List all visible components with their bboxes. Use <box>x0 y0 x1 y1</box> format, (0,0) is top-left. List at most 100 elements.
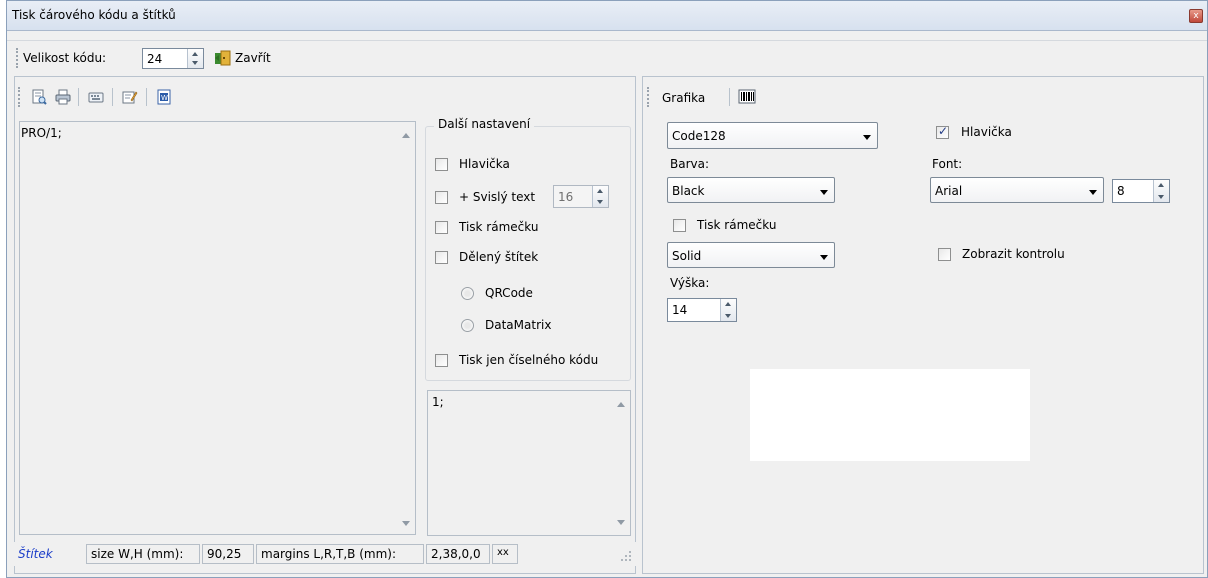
edit-button[interactable] <box>122 89 138 105</box>
line-style-combo[interactable]: Solid <box>667 242 835 268</box>
spin-down-icon[interactable] <box>597 200 603 204</box>
show-check-checkbox[interactable] <box>938 248 951 261</box>
left-toolbar-grip[interactable] <box>18 87 20 107</box>
scroll-down-arrow-icon[interactable] <box>402 521 410 526</box>
margins-label: margins L,R,T,B (mm): <box>261 547 397 561</box>
margins-label-cell: margins L,R,T,B (mm): <box>256 544 424 564</box>
word-document-icon: W <box>157 89 171 105</box>
scroll-up-arrow-icon[interactable] <box>617 402 625 407</box>
qrcode-radio[interactable] <box>461 287 474 300</box>
code-type-value[interactable]: Code128 <box>672 129 726 143</box>
spin-up-icon[interactable] <box>597 189 603 193</box>
svg-text:W: W <box>161 94 168 102</box>
spin-up-icon[interactable] <box>192 52 198 56</box>
height-spin-buttons[interactable] <box>720 299 736 321</box>
toolbar-separator <box>112 88 113 106</box>
extra-cell[interactable]: xx <box>492 544 518 564</box>
code-size-value[interactable]: 24 <box>147 52 162 66</box>
font-value[interactable]: Arial <box>935 184 962 198</box>
vertical-text-spin-buttons[interactable] <box>592 186 608 207</box>
font-size-spin-buttons[interactable] <box>1153 180 1169 202</box>
printer-icon <box>55 89 71 105</box>
barcode-button[interactable] <box>738 88 756 104</box>
right-header-label[interactable]: Hlavička <box>961 125 1012 139</box>
code-size-spin-buttons[interactable] <box>187 49 203 68</box>
toolbar-grip[interactable] <box>16 48 18 68</box>
vertical-text-value[interactable]: 16 <box>558 190 573 204</box>
vertical-text-label[interactable]: + Svislý text <box>459 190 535 204</box>
edit-pencil-icon <box>122 91 138 104</box>
close-label[interactable]: Zavřít <box>235 51 271 65</box>
close-icon: x <box>1193 11 1199 21</box>
preview-button[interactable] <box>31 89 47 105</box>
dropdown-arrow-icon[interactable] <box>1089 190 1097 195</box>
dropdown-arrow-icon[interactable] <box>863 135 871 140</box>
main-text-content[interactable]: PRO/1; <box>21 126 62 140</box>
color-combo[interactable]: Black <box>667 177 835 203</box>
vertical-text-spinner[interactable]: 16 <box>553 185 609 208</box>
keyboard-button[interactable] <box>88 89 104 105</box>
title-bar: Tisk čárového kódu a štítků x <box>7 1 1207 31</box>
resize-grip-icon <box>621 551 631 561</box>
right-frame-checkbox[interactable] <box>673 219 686 232</box>
scroll-down-arrow-icon[interactable] <box>617 520 625 525</box>
right-header-checkbox[interactable] <box>936 124 949 139</box>
barcode-icon <box>738 89 756 104</box>
header-checkbox-label[interactable]: Hlavička <box>459 157 510 171</box>
exit-door-icon <box>215 50 231 66</box>
line-style-value[interactable]: Solid <box>672 249 701 263</box>
color-value[interactable]: Black <box>672 184 704 198</box>
spin-up-icon[interactable] <box>1158 183 1164 187</box>
color-label: Barva: <box>670 157 710 171</box>
frame-print-label[interactable]: Tisk rámečku <box>459 220 538 234</box>
print-button[interactable] <box>55 89 71 105</box>
main-text-area[interactable]: PRO/1; <box>19 121 416 535</box>
secondary-text-area[interactable]: 1; <box>427 390 631 536</box>
datamatrix-radio-label[interactable]: DataMatrix <box>485 318 551 332</box>
close-form-button[interactable] <box>214 49 232 67</box>
spin-down-icon[interactable] <box>192 61 198 65</box>
font-combo[interactable]: Arial <box>930 177 1104 203</box>
extra-value[interactable]: xx <box>497 547 509 558</box>
split-grid-label[interactable]: Dělený štítek <box>459 250 538 264</box>
vertical-text-checkbox[interactable] <box>435 191 448 204</box>
size-value: 90,25 <box>207 547 242 561</box>
main-text-scrollbar[interactable] <box>398 122 415 534</box>
height-spinner[interactable]: 14 <box>667 298 737 322</box>
tab-graphics[interactable]: Grafika <box>662 91 705 105</box>
show-check-label[interactable]: Zobrazit kontrolu <box>962 247 1065 261</box>
right-toolbar: Grafika <box>644 82 1202 112</box>
height-value[interactable]: 14 <box>672 303 687 317</box>
font-size-value[interactable]: 8 <box>1117 184 1125 198</box>
frame-print-checkbox[interactable] <box>435 221 448 234</box>
right-frame-label[interactable]: Tisk rámečku <box>697 218 776 232</box>
status-bar: Štítek size W,H (mm): 90,25 margins L,R,… <box>14 542 636 566</box>
right-toolbar-grip[interactable] <box>647 87 649 107</box>
scroll-up-arrow-icon[interactable] <box>402 133 410 138</box>
spin-down-icon[interactable] <box>725 314 731 318</box>
title-separator <box>7 40 1207 41</box>
secondary-text-scrollbar[interactable] <box>613 391 630 535</box>
label-link[interactable]: Štítek <box>18 547 53 561</box>
size-label: size W,H (mm): <box>91 547 184 561</box>
header-checkbox[interactable] <box>435 158 448 171</box>
code-type-combo[interactable]: Code128 <box>667 122 878 149</box>
numeric-only-label[interactable]: Tisk jen číselného kódu <box>459 353 598 367</box>
dropdown-arrow-icon[interactable] <box>820 190 828 195</box>
dropdown-arrow-icon[interactable] <box>820 255 828 260</box>
close-window-button[interactable]: x <box>1189 9 1203 23</box>
spin-down-icon[interactable] <box>1158 195 1164 199</box>
datamatrix-radio[interactable] <box>461 319 474 332</box>
qrcode-radio-label[interactable]: QRCode <box>485 286 533 300</box>
word-export-button[interactable]: W <box>156 89 172 105</box>
font-size-spinner[interactable]: 8 <box>1112 179 1170 203</box>
code-size-label: Velikost kódu: <box>23 51 107 65</box>
code-size-spinner[interactable]: 24 <box>142 48 204 69</box>
secondary-text-content[interactable]: 1; <box>432 395 444 409</box>
resize-grip[interactable] <box>620 550 632 562</box>
print-preview-icon <box>32 89 47 105</box>
numeric-only-checkbox[interactable] <box>435 354 448 367</box>
split-grid-checkbox[interactable] <box>435 251 448 264</box>
spin-up-icon[interactable] <box>725 302 731 306</box>
left-toolbar: W <box>16 82 634 112</box>
